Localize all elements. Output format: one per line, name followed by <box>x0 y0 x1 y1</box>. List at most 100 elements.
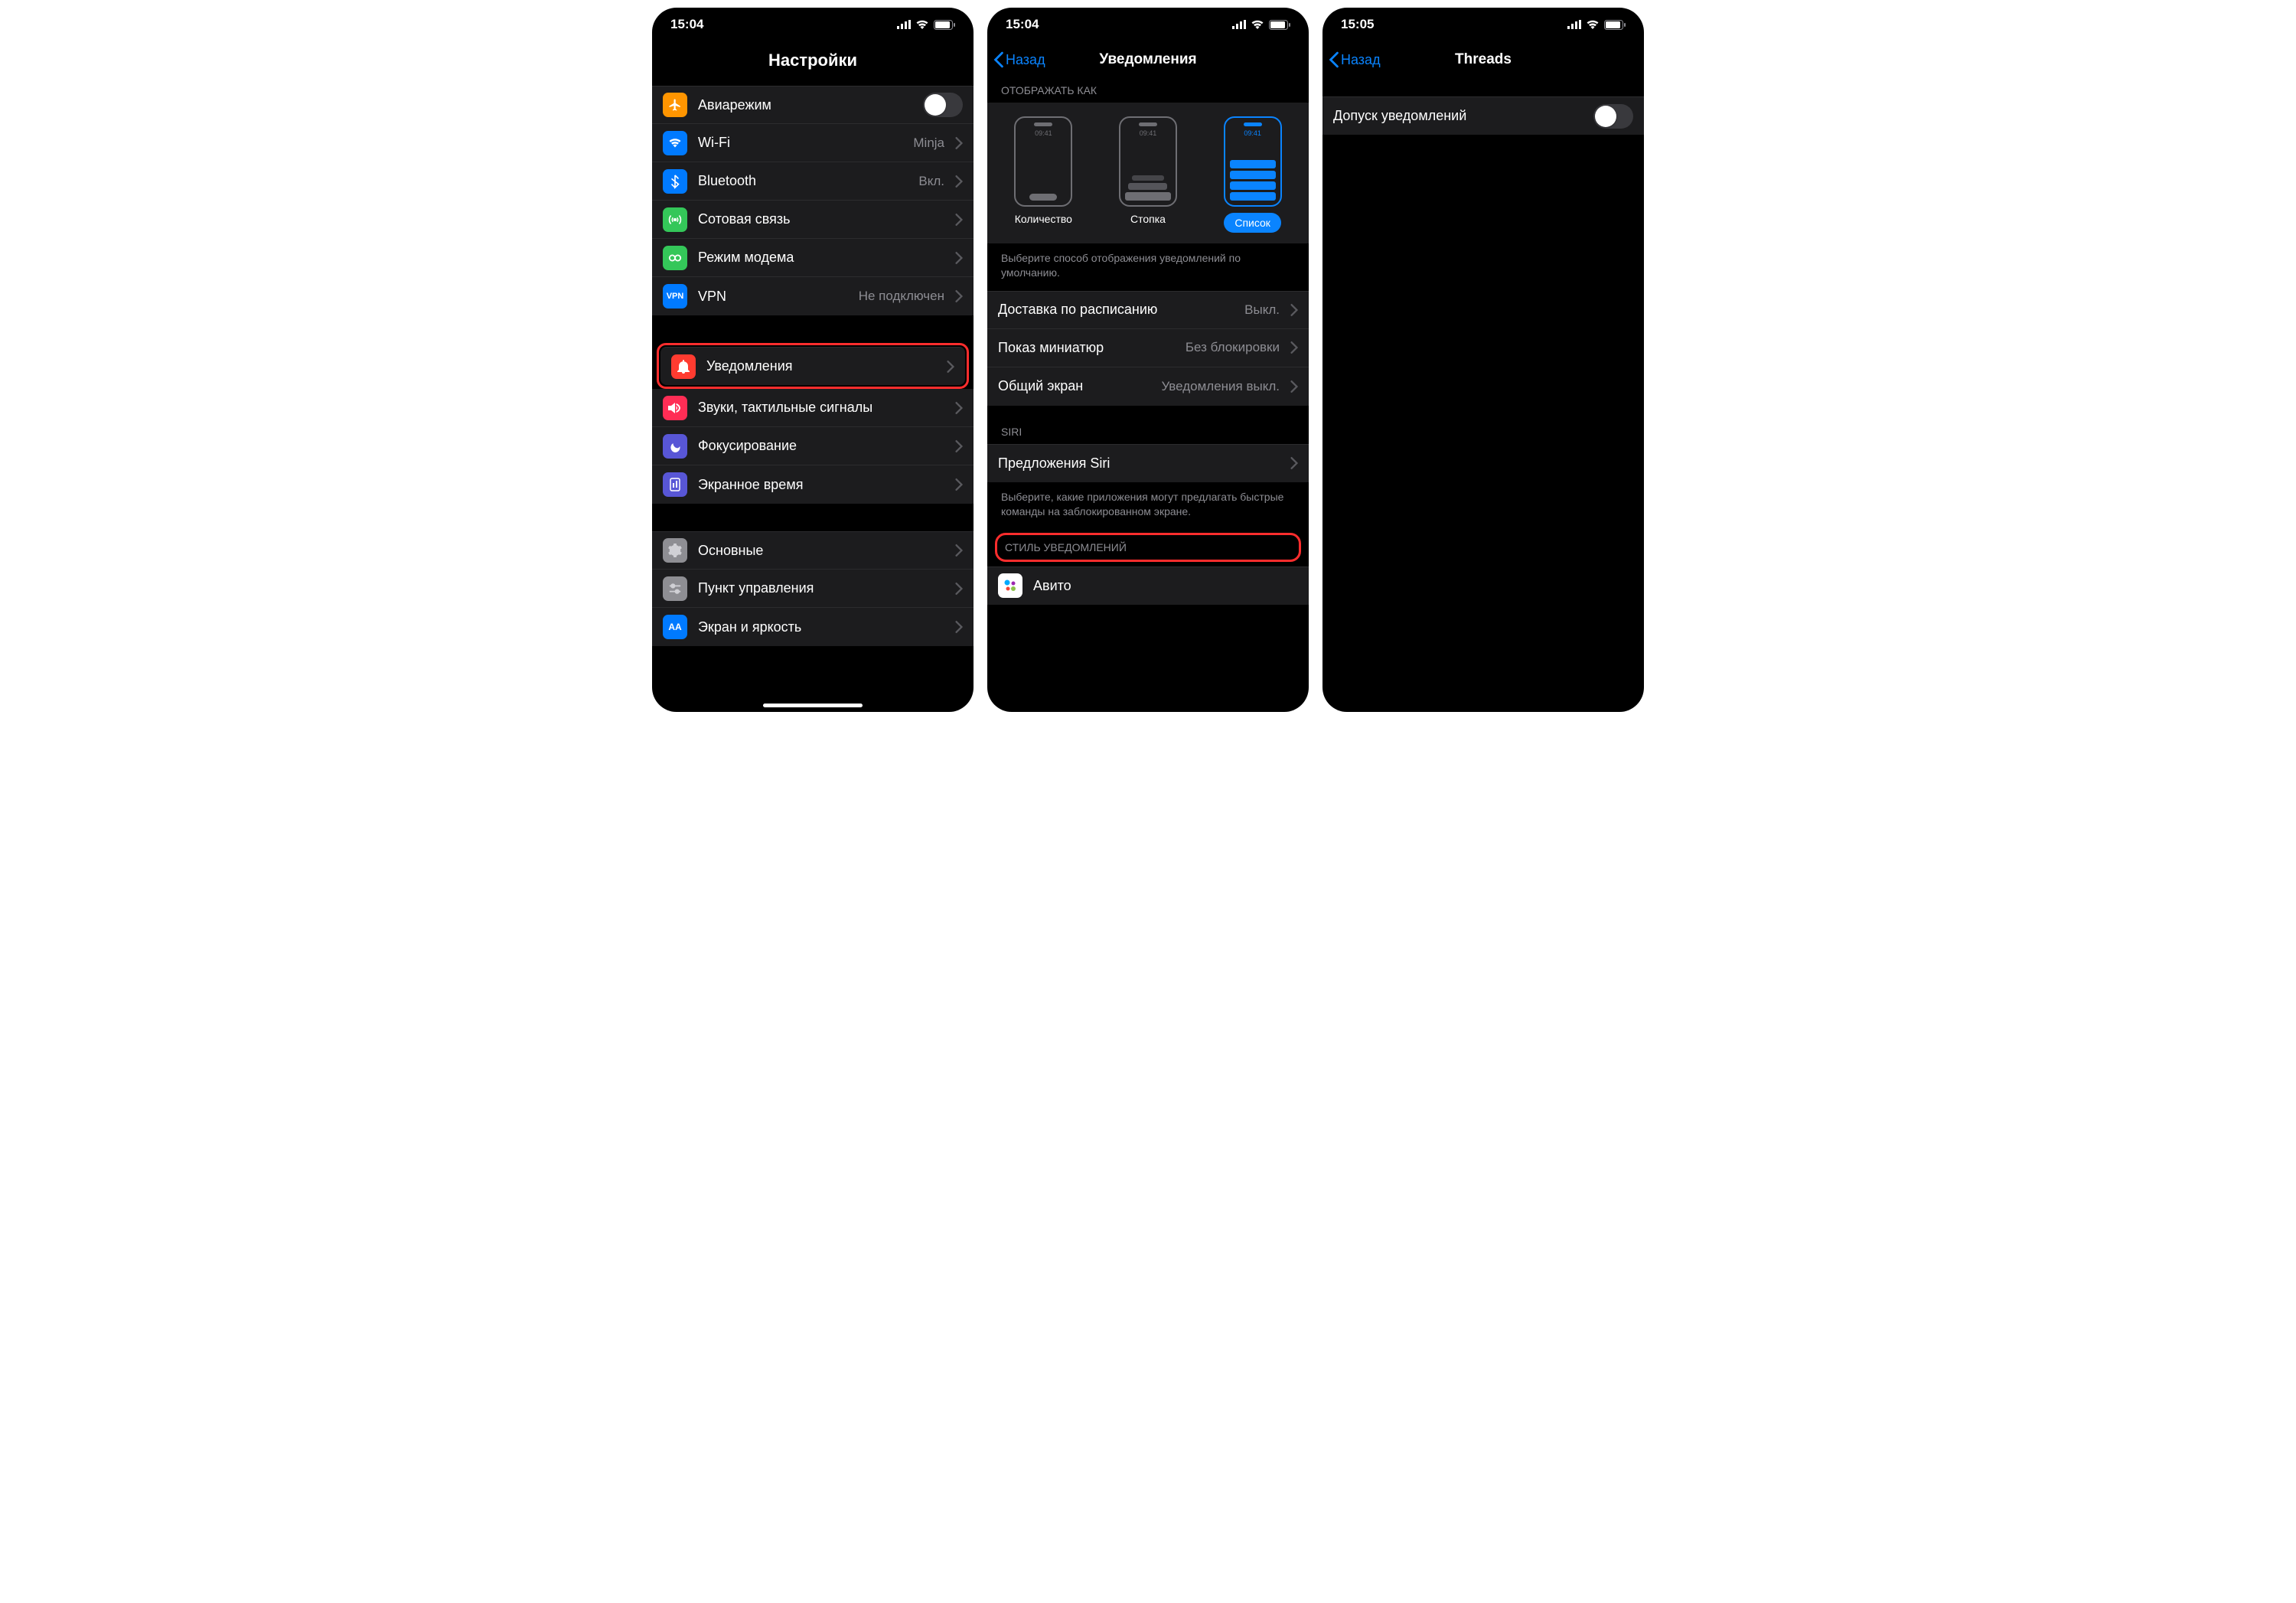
row-label: Показ миниатюр <box>998 340 1175 356</box>
section-header-siri: SIRI <box>987 406 1309 444</box>
wifi-settings-icon <box>663 131 687 155</box>
row-scheduled-delivery[interactable]: Доставка по расписанию Выкл. <box>987 291 1309 329</box>
wifi-icon <box>1586 20 1600 30</box>
notifications-screen: 15:04 Назад Уведомления ОТОБРАЖАТЬ КАК 0… <box>987 8 1309 712</box>
chevron-right-icon <box>955 544 963 557</box>
row-value: Выкл. <box>1244 302 1280 318</box>
row-value: Не подключен <box>859 289 944 304</box>
airplane-toggle[interactable] <box>923 93 963 117</box>
row-shared-screen[interactable]: Общий экран Уведомления выкл. <box>987 367 1309 406</box>
hotspot-icon <box>663 246 687 270</box>
chevron-left-icon <box>993 52 1004 67</box>
back-button[interactable]: Назад <box>1329 52 1381 68</box>
row-label: Сотовая связь <box>698 211 944 227</box>
page-title: Настройки <box>652 41 974 86</box>
chevron-right-icon <box>1290 341 1298 354</box>
cellular-icon <box>897 20 911 29</box>
row-general[interactable]: Основные <box>652 531 974 570</box>
mock-phone-stack: 09:41 <box>1119 116 1177 207</box>
row-cellular[interactable]: Сотовая связь <box>652 201 974 239</box>
notifications-list: ОТОБРАЖАТЬ КАК 09:41 Количество 09:41 <box>987 78 1309 712</box>
control-center-icon <box>663 576 687 601</box>
row-hotspot[interactable]: Режим модема <box>652 239 974 277</box>
row-label: Экранное время <box>698 477 944 493</box>
nav-header: Назад Threads <box>1322 41 1644 78</box>
status-time: 15:05 <box>1341 17 1483 32</box>
display-tile-count[interactable]: 09:41 Количество <box>1001 116 1085 233</box>
bell-icon <box>671 354 696 379</box>
section-footer-siri: Выберите, какие приложения могут предлаг… <box>987 482 1309 530</box>
row-sounds[interactable]: Звуки, тактильные сигналы <box>652 389 974 427</box>
row-display[interactable]: AA Экран и яркость <box>652 608 974 646</box>
chevron-right-icon <box>955 621 963 633</box>
highlight-notification-style: СТИЛЬ УВЕДОМЛЕНИЙ <box>995 533 1301 562</box>
row-siri-suggestions[interactable]: Предложения Siri <box>987 444 1309 482</box>
row-label: Основные <box>698 543 944 559</box>
row-label: Авиарежим <box>698 97 912 113</box>
row-label: Bluetooth <box>698 173 908 189</box>
row-label: Предложения Siri <box>998 455 1280 472</box>
chevron-right-icon <box>955 252 963 264</box>
battery-icon <box>1604 20 1626 30</box>
row-label: Допуск уведомлений <box>1333 108 1583 124</box>
chevron-right-icon <box>955 583 963 595</box>
tile-caption: Количество <box>1015 213 1072 225</box>
screentime-icon <box>663 472 687 497</box>
mock-phone-count: 09:41 <box>1014 116 1072 207</box>
row-label: Режим модема <box>698 250 944 266</box>
row-screentime[interactable]: Экранное время <box>652 465 974 504</box>
chevron-right-icon <box>947 361 954 373</box>
chevron-right-icon <box>1290 457 1298 469</box>
display-tile-list[interactable]: 09:41 Список <box>1211 116 1295 233</box>
tile-caption: Список <box>1224 213 1281 233</box>
row-label: Пункт управления <box>698 580 944 596</box>
status-icons <box>1483 20 1626 30</box>
row-control-center[interactable]: Пункт управления <box>652 570 974 608</box>
row-value: Вкл. <box>918 174 944 189</box>
row-label: Общий экран <box>998 378 1150 394</box>
chevron-left-icon <box>1329 52 1339 67</box>
row-wifi[interactable]: Wi-Fi Minja <box>652 124 974 162</box>
row-previews[interactable]: Показ миниатюр Без блокировки <box>987 329 1309 367</box>
chevron-right-icon <box>955 402 963 414</box>
row-label: Доставка по расписанию <box>998 302 1234 318</box>
row-allow-notifications[interactable]: Допуск уведомлений <box>1322 96 1644 135</box>
cellular-icon <box>1232 20 1246 29</box>
threads-screen: 15:05 Назад Threads Допуск уведомлений <box>1322 8 1644 712</box>
row-airplane[interactable]: Авиарежим <box>652 86 974 124</box>
sounds-icon <box>663 396 687 420</box>
airplane-icon <box>663 93 687 117</box>
chevron-right-icon <box>955 214 963 226</box>
wifi-icon <box>915 20 929 30</box>
display-tile-stack[interactable]: 09:41 Стопка <box>1106 116 1190 233</box>
home-indicator[interactable] <box>763 704 863 707</box>
status-bar: 15:05 <box>1322 8 1644 41</box>
chevron-right-icon <box>955 478 963 491</box>
row-bluetooth[interactable]: Bluetooth Вкл. <box>652 162 974 201</box>
row-label: Звуки, тактильные сигналы <box>698 400 944 416</box>
vpn-icon: VPN <box>663 284 687 309</box>
row-label: Уведомления <box>706 358 936 374</box>
battery-icon <box>934 20 955 30</box>
row-focus[interactable]: Фокусирование <box>652 427 974 465</box>
row-label: Фокусирование <box>698 438 944 454</box>
settings-list: Авиарежим Wi-Fi Minja Bluetooth Вкл. Сот… <box>652 86 974 712</box>
row-vpn[interactable]: VPN VPN Не подключен <box>652 277 974 315</box>
status-time: 15:04 <box>1006 17 1148 32</box>
status-bar: 15:04 <box>652 8 974 41</box>
wifi-icon <box>1251 20 1264 30</box>
back-label: Назад <box>1006 52 1045 68</box>
threads-list: Допуск уведомлений <box>1322 78 1644 712</box>
allow-notifications-toggle[interactable] <box>1593 104 1633 129</box>
row-notifications[interactable]: Уведомления <box>660 347 965 385</box>
chevron-right-icon <box>1290 304 1298 316</box>
cellular-icon <box>1567 20 1581 29</box>
cellular-settings-icon <box>663 207 687 232</box>
back-button[interactable]: Назад <box>993 52 1045 68</box>
focus-icon <box>663 434 687 459</box>
row-value: Minja <box>913 135 944 151</box>
row-value: Уведомления выкл. <box>1161 379 1280 394</box>
row-app-avito[interactable]: Авито <box>987 566 1309 605</box>
tile-caption: Стопка <box>1130 213 1166 225</box>
chevron-right-icon <box>955 440 963 452</box>
